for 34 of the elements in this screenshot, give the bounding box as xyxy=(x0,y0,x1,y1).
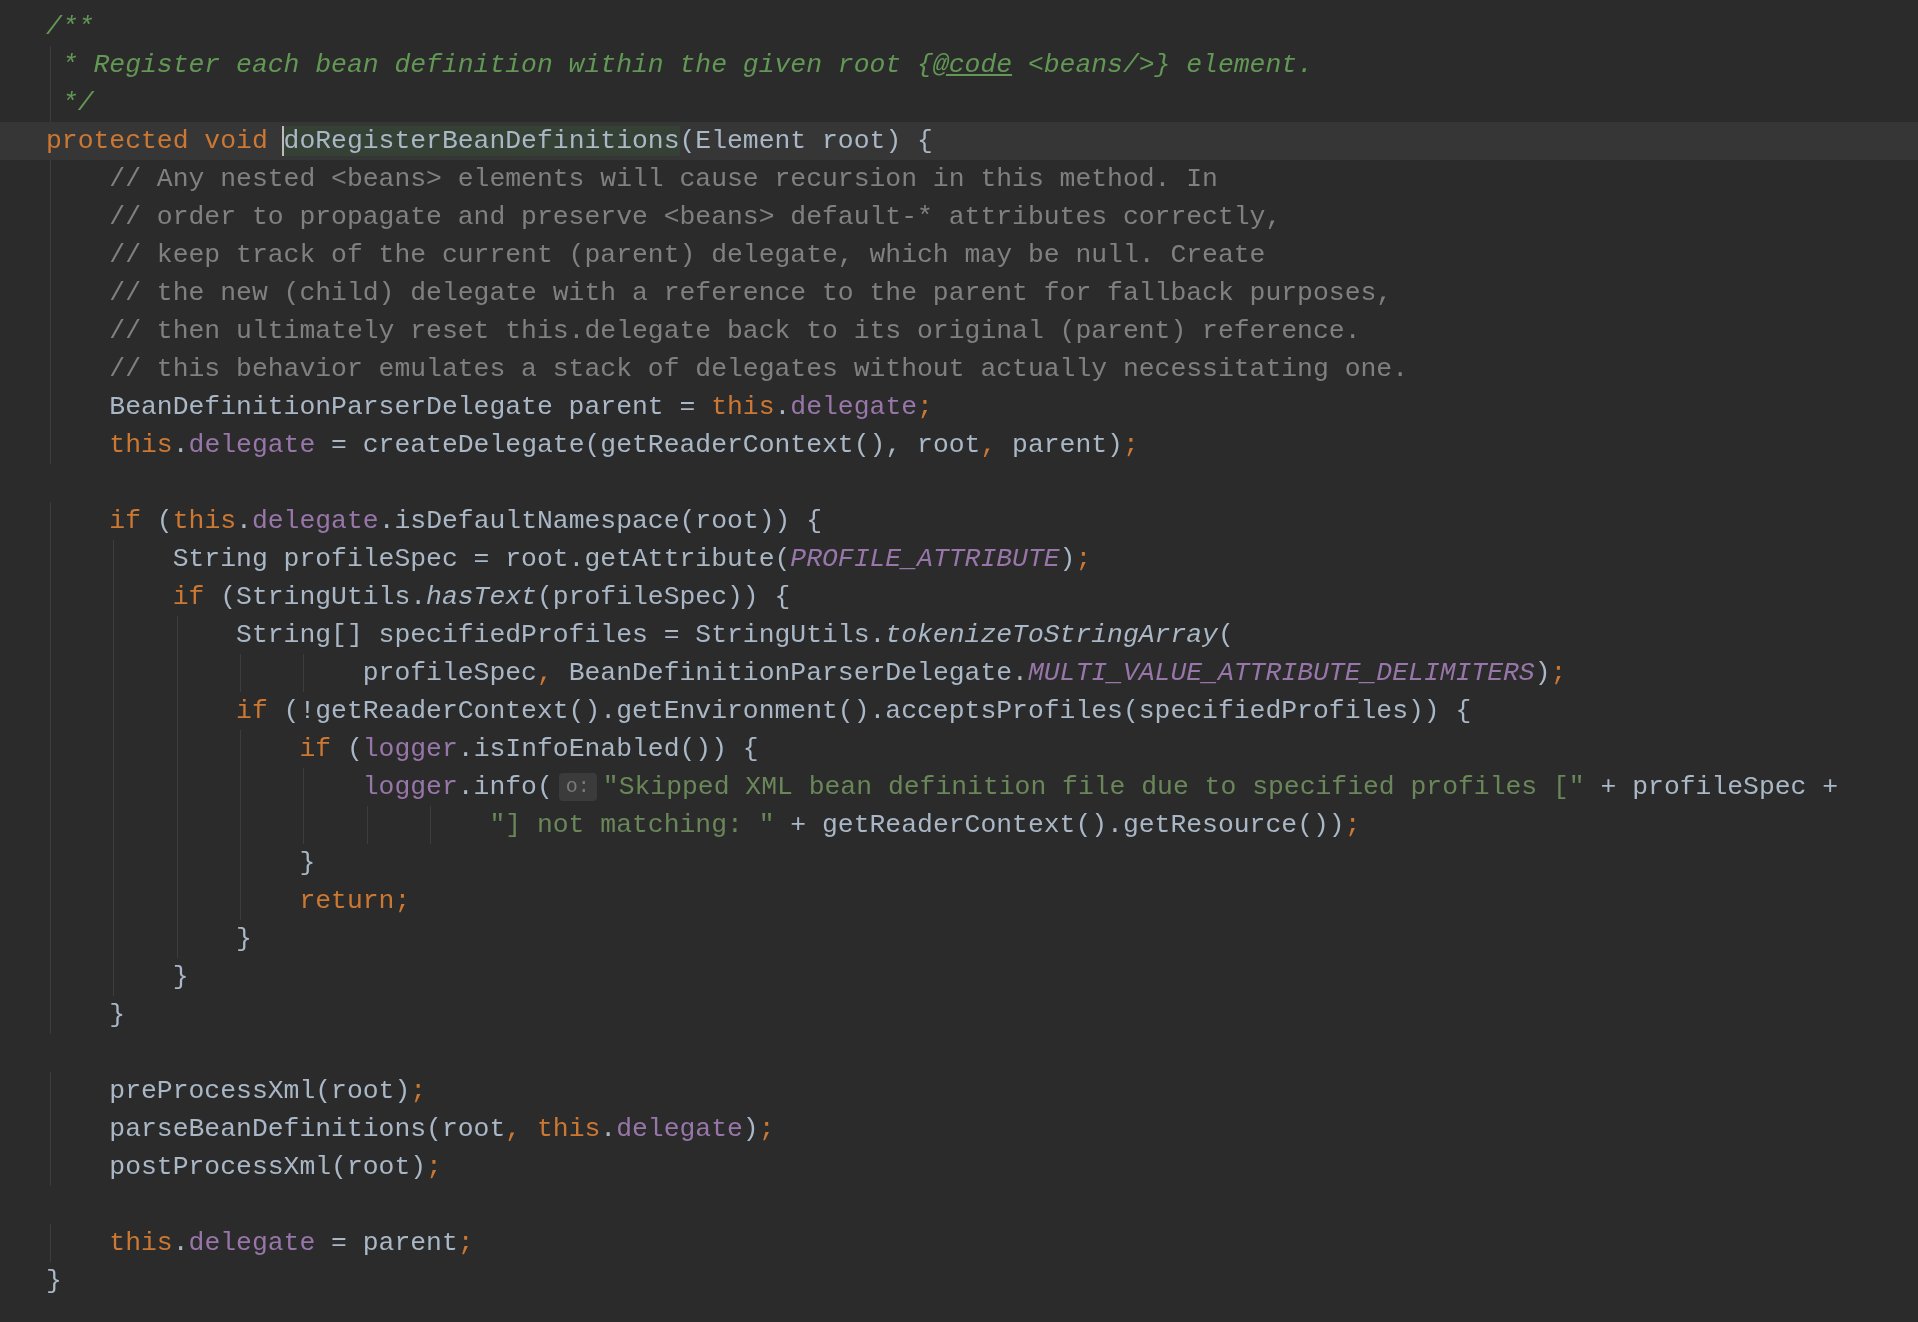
code-editor[interactable] xyxy=(0,0,1918,1322)
code-text: logger.info( xyxy=(361,772,553,802)
code-text: "] not matching: " + getReaderContext().getResource()); xyxy=(488,810,1361,840)
code-text: protected void doRegisterBeanDefinitions(Element root) { xyxy=(46,126,933,156)
code-text: parseBeanDefinitions(root, this.delegate); xyxy=(108,1114,775,1144)
code-text: String[] specifiedProfiles = StringUtils.tokenizeToStringArray( xyxy=(235,620,1234,650)
code-text: /** xyxy=(46,12,94,42)
code-text: preProcessXml(root); xyxy=(108,1076,427,1106)
code-text: if (StringUtils.hasText(profileSpec)) { xyxy=(171,582,791,612)
code-text: if (!getReaderContext().getEnvironment().acceptsProfiles(specifiedProfiles)) { xyxy=(235,696,1472,726)
parameter-hint: o: xyxy=(558,773,597,801)
code-text: } xyxy=(171,962,189,992)
code-text: BeanDefinitionParserDelegate parent = this.delegate; xyxy=(108,392,933,422)
code-text: this.delegate = createDelegate(getReaderContext(), root, parent); xyxy=(108,430,1139,460)
code-text: if (logger.isInfoEnabled()) { xyxy=(298,734,759,764)
code-text: "Skipped XML bean definition file due to specified profiles [" + profileSpec + xyxy=(602,772,1839,802)
code-text: // keep track of the current (parent) delegate, which may be null. Create xyxy=(108,240,1266,270)
code-text: if (this.delegate.isDefaultNamespace(root)) { xyxy=(108,506,823,536)
code-text: } xyxy=(235,924,252,954)
code-text: // this behavior emulates a stack of delegates without actually necessitating one. xyxy=(108,354,1408,384)
code-text: // the new (child) delegate with a reference to the parent for fallback purposes, xyxy=(108,278,1393,308)
code-text: postProcessXml(root); xyxy=(108,1152,442,1182)
code-text: } xyxy=(108,1000,126,1030)
code-text: this.delegate = parent; xyxy=(108,1228,474,1258)
code-text: * Register each bean definition within the given root {@code <beans/>} element. xyxy=(60,50,1313,80)
code-text: // then ultimately reset this.delegate back to its original (parent) reference. xyxy=(108,316,1361,346)
code-text: String profileSpec = root.getAttribute(PROFILE_ATTRIBUTE); xyxy=(171,544,1092,574)
code-text: } xyxy=(46,1266,62,1296)
code-text: profileSpec, BeanDefinitionParserDelegate.MULTI_VALUE_ATTRIBUTE_DELIMITERS); xyxy=(361,658,1567,688)
code-text: // order to propagate and preserve <beans> default-* attributes correctly, xyxy=(108,202,1282,232)
code-text: // Any nested <beans> elements will cause recursion in this method. In xyxy=(108,164,1218,194)
code-text: return; xyxy=(298,886,411,916)
code-text: */ xyxy=(60,88,94,118)
code-text: } xyxy=(298,848,316,878)
